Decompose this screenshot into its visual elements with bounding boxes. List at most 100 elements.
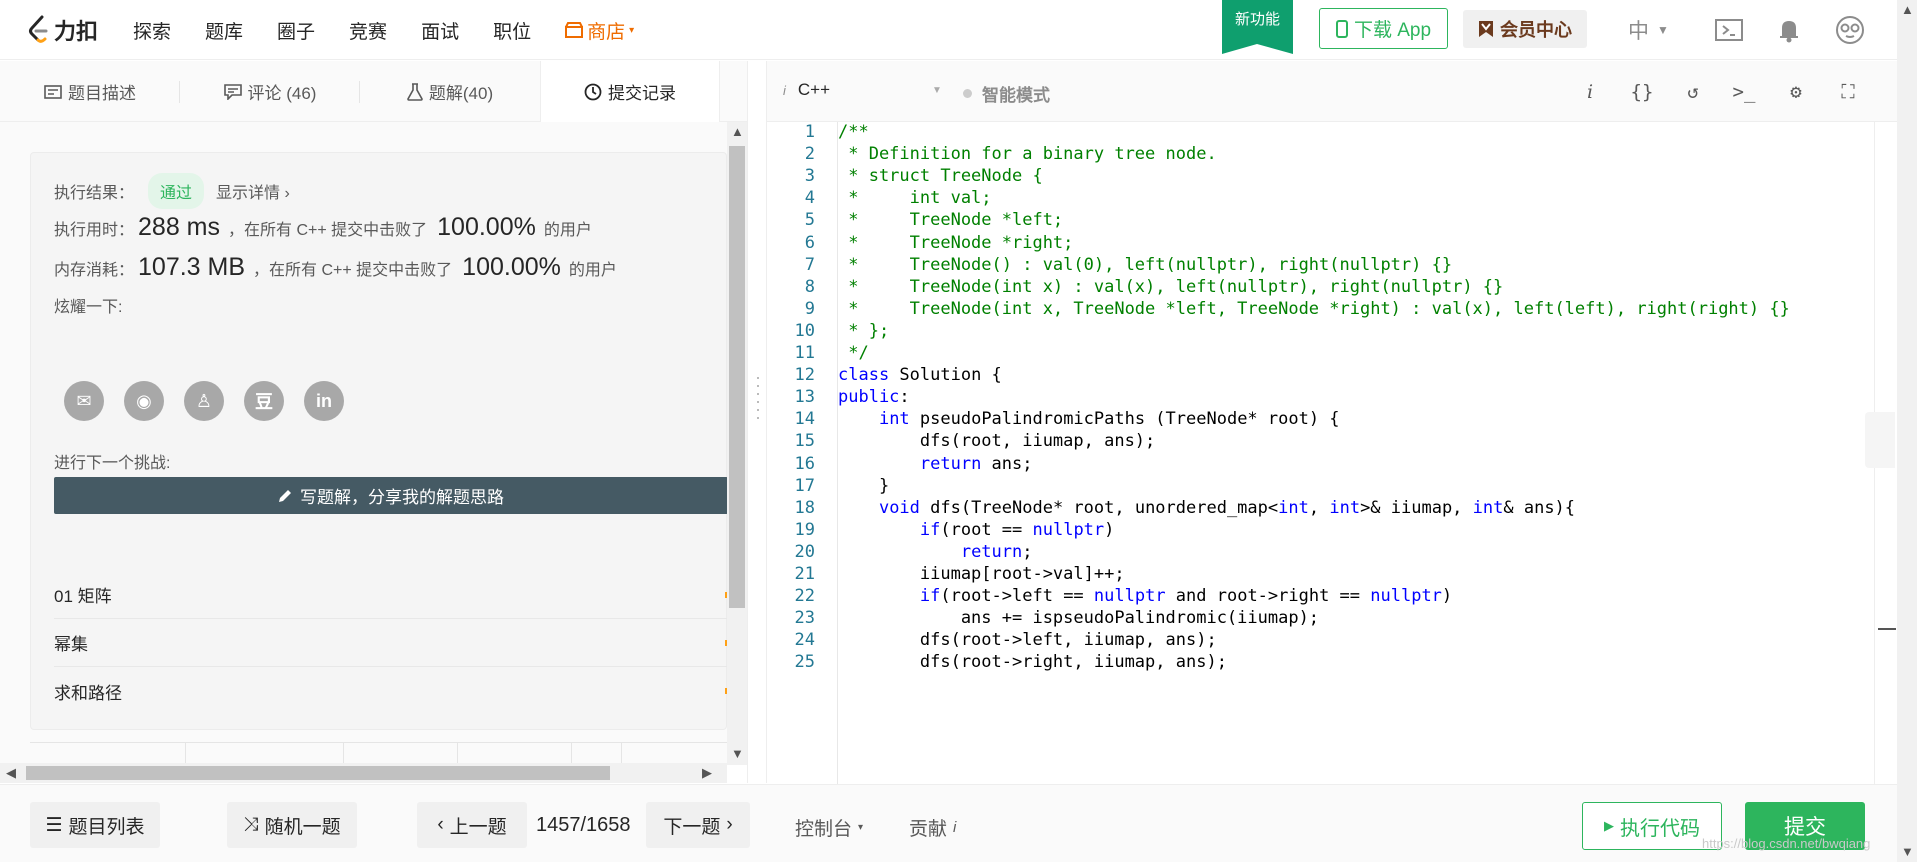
tab-comments-label: 评论 (46) bbox=[247, 84, 317, 103]
prev-problem-label: 上一题 bbox=[449, 816, 507, 838]
linkedin-icon[interactable]: in bbox=[304, 381, 344, 421]
scroll-left-icon[interactable]: ◀ bbox=[6, 765, 16, 781]
smart-mode-toggle[interactable]: 智能模式 bbox=[963, 81, 1050, 106]
nav-contest[interactable]: 竞赛 bbox=[349, 17, 387, 44]
code-line[interactable]: * int val; bbox=[838, 188, 992, 209]
nav-problems[interactable]: 题库 bbox=[205, 17, 243, 44]
format-code-icon[interactable]: {} bbox=[1627, 77, 1657, 107]
nav-circle[interactable]: 圈子 bbox=[277, 17, 315, 44]
qq-icon[interactable]: ♙ bbox=[184, 381, 224, 421]
vip-center-button[interactable]: 会员中心 bbox=[1463, 10, 1587, 48]
memory-label: 内存消耗： bbox=[54, 261, 135, 279]
run-code-button[interactable]: ▶ 执行代码 bbox=[1582, 802, 1722, 850]
code-line[interactable]: iiumap[root->val]++; bbox=[838, 564, 1125, 584]
editor-right-scroll[interactable] bbox=[1865, 122, 1897, 784]
pencil-icon bbox=[279, 489, 291, 502]
code-text: ans; bbox=[981, 453, 1033, 474]
code-line[interactable]: * }; bbox=[838, 321, 889, 341]
nav-store[interactable]: 商店 ▾ bbox=[565, 17, 634, 44]
write-solution-button[interactable]: 写题解，分享我的解题思路 bbox=[54, 477, 727, 514]
tab-solutions[interactable]: 题解(40) bbox=[360, 61, 540, 122]
code-text: dfs(root->left, iiumap, ans); bbox=[838, 630, 1217, 651]
user-avatar-icon[interactable] bbox=[1835, 15, 1865, 45]
runtime-percentile: 100.00% bbox=[437, 213, 536, 241]
weibo-icon[interactable]: ◉ bbox=[124, 381, 164, 421]
code-line[interactable]: return ans; bbox=[838, 454, 1033, 474]
code-line[interactable]: if(root == nullptr) bbox=[838, 520, 1115, 540]
tab-description[interactable]: 题目描述 bbox=[0, 61, 180, 122]
code-text: (root->left == bbox=[940, 586, 1094, 607]
scroll-up-icon[interactable]: ▲ bbox=[731, 124, 744, 139]
nav-explore[interactable]: 探索 bbox=[133, 17, 171, 44]
code-line[interactable]: void dfs(TreeNode* root, unordered_map<i… bbox=[838, 498, 1575, 518]
code-line[interactable]: * TreeNode(int x, TreeNode *left, TreeNo… bbox=[838, 299, 1790, 319]
code-line[interactable]: dfs(root, iiumap, ans); bbox=[838, 431, 1155, 451]
prev-problem-button[interactable]: ‹ 上一题 bbox=[417, 802, 527, 848]
page-vertical-scrollbar[interactable]: ▲ ▼ bbox=[1897, 0, 1917, 862]
code-line[interactable]: ans += ispseudoPalindromic(iiumap); bbox=[838, 608, 1319, 628]
code-line[interactable]: dfs(root->right, iiumap, ans); bbox=[838, 652, 1227, 672]
code-line[interactable]: return; bbox=[838, 542, 1033, 562]
scroll-down-icon[interactable]: ▼ bbox=[1901, 844, 1914, 859]
new-feature-badge[interactable]: 新功能 bbox=[1222, 0, 1293, 54]
code-comment: * TreeNode(int x) : val(x), left(nullptr… bbox=[838, 276, 1504, 297]
scroll-up-icon[interactable]: ▲ bbox=[1901, 2, 1914, 17]
copy-icon[interactable] bbox=[1865, 412, 1895, 468]
scrollbar-thumb[interactable] bbox=[729, 146, 745, 608]
code-line[interactable]: * TreeNode *right; bbox=[838, 233, 1073, 253]
list-item[interactable]: 01 矩阵 bbox=[54, 571, 727, 619]
code-line[interactable]: if(root->left == nullptr and root->right… bbox=[838, 586, 1452, 606]
tab-comments[interactable]: 评论 (46) bbox=[180, 61, 360, 122]
leetcode-logo[interactable]: 力扣 bbox=[28, 14, 98, 46]
code-line[interactable]: int pseudoPalindromicPaths (TreeNode* ro… bbox=[838, 409, 1340, 429]
code-line[interactable]: * Definition for a binary tree node. bbox=[838, 144, 1216, 164]
code-comment: * int val; bbox=[838, 188, 992, 209]
fullscreen-icon[interactable]: ⛶ bbox=[1833, 77, 1863, 107]
scroll-down-icon[interactable]: ▼ bbox=[731, 746, 744, 761]
code-text: ) bbox=[1441, 586, 1453, 607]
problem-list-button[interactable]: ☰ 题目列表 bbox=[30, 802, 160, 848]
notification-bell-icon[interactable] bbox=[1774, 15, 1804, 45]
code-line[interactable]: class Solution { bbox=[838, 365, 1002, 385]
scrollbar-thumb[interactable] bbox=[26, 766, 610, 780]
scroll-right-icon[interactable]: ▶ bbox=[702, 765, 712, 781]
left-panel-horizontal-scrollbar[interactable]: ◀ ▶ bbox=[0, 763, 727, 783]
panel-resize-handle[interactable] bbox=[747, 61, 767, 783]
code-keyword: class bbox=[838, 365, 890, 386]
random-problem-button[interactable]: ⤨ 随机一题 bbox=[227, 802, 357, 848]
line-number: 5 bbox=[804, 210, 815, 231]
code-line[interactable]: * TreeNode *left; bbox=[838, 210, 1063, 230]
line-number: 23 bbox=[794, 608, 815, 629]
douban-icon[interactable]: 豆 bbox=[244, 381, 284, 421]
console-label: 控制台 bbox=[795, 819, 853, 840]
code-line[interactable]: * TreeNode() : val(0), left(nullptr), ri… bbox=[838, 255, 1452, 275]
line-number: 12 bbox=[794, 365, 815, 386]
code-line[interactable]: */ bbox=[838, 343, 868, 363]
code-editor[interactable]: 1 2 3 4 5 6 7 8 9 10 11 12 13 14 15 16 17 18 19 20 21 22 23 24 2… bbox=[767, 122, 1874, 784]
reset-code-icon[interactable]: ↺ bbox=[1678, 77, 1708, 107]
code-line[interactable]: public: bbox=[838, 387, 910, 407]
info-tool-icon[interactable]: i bbox=[1575, 77, 1605, 107]
nav-interview[interactable]: 面试 bbox=[421, 17, 459, 44]
wechat-icon[interactable]: ✉ bbox=[64, 381, 104, 421]
console-toggle[interactable]: 控制台 ▾ bbox=[795, 814, 863, 841]
tab-submissions[interactable]: 提交记录 bbox=[540, 61, 720, 122]
code-line[interactable]: dfs(root->left, iiumap, ans); bbox=[838, 630, 1217, 650]
terminal-icon[interactable]: >_ bbox=[1729, 77, 1759, 107]
code-line[interactable]: } bbox=[838, 476, 889, 496]
code-line[interactable]: * struct TreeNode { bbox=[838, 166, 1042, 186]
nav-jobs[interactable]: 职位 bbox=[493, 17, 531, 44]
code-line[interactable]: /** bbox=[838, 122, 869, 142]
settings-gear-icon[interactable]: ⚙ bbox=[1781, 77, 1811, 107]
left-panel-vertical-scrollbar[interactable]: ▲ ▼ bbox=[727, 122, 747, 765]
language-select[interactable]: i C++ ▼ bbox=[783, 80, 942, 100]
code-line[interactable]: * TreeNode(int x) : val(x), left(nullptr… bbox=[838, 277, 1503, 297]
list-item[interactable]: 求和路径 bbox=[54, 667, 727, 715]
list-item[interactable]: 幂集 bbox=[54, 619, 727, 667]
next-problem-button[interactable]: 下一题 › bbox=[646, 802, 750, 848]
download-app-button[interactable]: 下载 App bbox=[1319, 8, 1448, 49]
playground-icon[interactable] bbox=[1714, 15, 1744, 45]
show-details-link[interactable]: 显示详情 › bbox=[216, 179, 290, 203]
language-switch[interactable]: 中 ▼ bbox=[1628, 15, 1669, 45]
contribute-link[interactable]: 贡献 i bbox=[909, 814, 956, 841]
